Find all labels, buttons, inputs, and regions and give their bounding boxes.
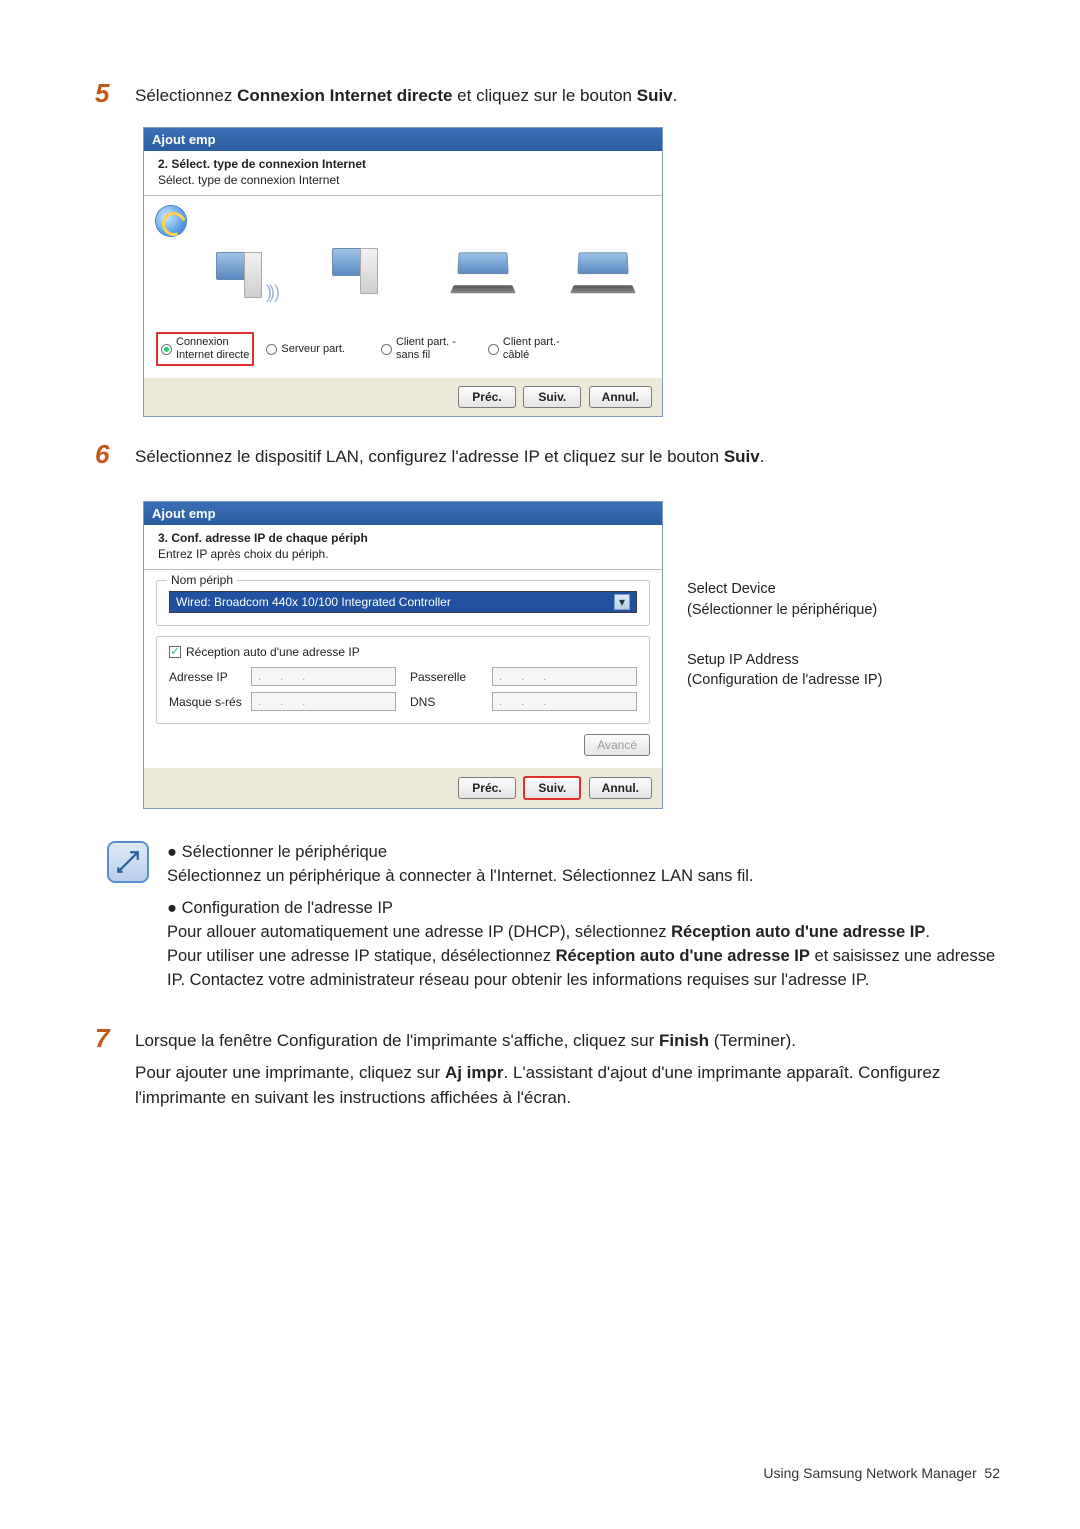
dialog-ip-config: Ajout emp 3. Conf. adresse IP de chaque … xyxy=(143,501,663,809)
dialog1-head-sub: Sélect. type de connexion Internet xyxy=(158,173,648,187)
step5-post: . xyxy=(673,86,678,105)
gateway-label: Passerelle xyxy=(410,670,484,684)
page-footer: Using Samsung Network Manager 52 xyxy=(763,1465,1000,1481)
dialog2-header: 3. Conf. adresse IP de chaque périph Ent… xyxy=(144,525,662,570)
note-section: Sélectionner le périphérique Sélectionne… xyxy=(107,841,1000,1001)
step7-p1a: Lorsque la fenêtre Configuration de l'im… xyxy=(135,1031,659,1050)
next-button[interactable]: Suiv. xyxy=(523,386,581,408)
step6-btn: Suiv xyxy=(724,447,760,466)
step5-pre: Sélectionnez xyxy=(135,86,237,105)
step-7: 7 Lorsque la fenêtre Configuration de l'… xyxy=(95,1025,1000,1111)
auto-ip-label: Réception auto d'une adresse IP xyxy=(186,645,360,659)
dialog2-body: Nom périph Wired: Broadcom 440x 10/100 I… xyxy=(144,570,662,768)
radio-dot-icon xyxy=(488,344,499,355)
chevron-down-icon: ▾ xyxy=(614,594,630,610)
ip-label: Adresse IP xyxy=(169,670,243,684)
step-6-text: Sélectionnez le dispositif LAN, configur… xyxy=(135,441,1000,470)
step-6-number: 6 xyxy=(95,441,119,470)
dialog2-head-title: 3. Conf. adresse IP de chaque périph xyxy=(158,531,648,545)
radio-client-wireless-label: Client part. -sans fil xyxy=(396,336,456,361)
auto-ip-checkbox[interactable]: Réception auto d'une adresse IP xyxy=(169,645,637,659)
step-5-number: 5 xyxy=(95,80,119,109)
step5-mid: et cliquez sur le bouton xyxy=(452,86,636,105)
step-5-text: Sélectionnez Connexion Internet directe … xyxy=(135,80,1000,109)
dns-input[interactable]: . . . xyxy=(492,692,637,711)
cancel-button[interactable]: Annul. xyxy=(589,777,652,799)
dialog2-titlebar: Ajout emp xyxy=(144,502,662,525)
desktop-2-icon xyxy=(330,248,388,296)
radio-dot-icon xyxy=(381,344,392,355)
footer-page: 52 xyxy=(984,1465,1000,1481)
ie-icon xyxy=(156,206,186,236)
note-p3a: Pour utiliser une adresse IP statique, d… xyxy=(167,947,556,965)
dialog-connection-type: Ajout emp 2. Sélect. type de connexion I… xyxy=(143,127,663,417)
radio-shared-server[interactable]: Serveur part. xyxy=(266,332,345,365)
step6-pre: Sélectionnez le dispositif LAN, configur… xyxy=(135,447,724,466)
step5-btn: Suiv xyxy=(637,86,673,105)
note-icon xyxy=(107,841,149,883)
step7-p1b: Finish xyxy=(659,1031,709,1050)
footer-text: Using Samsung Network Manager xyxy=(763,1465,976,1481)
annotations-column: Select Device (Sélectionner le périphéri… xyxy=(663,487,893,690)
radio-client-wired-label: Client part.-câblé xyxy=(503,336,560,361)
wireless-waves-icon: )) ) xyxy=(266,282,277,303)
note-h1: Sélectionner le périphérique xyxy=(167,843,387,861)
annotation-setup-ip: Setup IP Address (Configuration de l'adr… xyxy=(663,650,893,691)
note-p3b: Réception auto d'une adresse IP xyxy=(556,947,810,965)
step6-post: . xyxy=(760,447,765,466)
note-p2a: Pour allouer automatiquement une adresse… xyxy=(167,923,671,941)
radio-shared-server-label: Serveur part. xyxy=(281,343,345,356)
step-7-text: Lorsque la fenêtre Configuration de l'im… xyxy=(135,1025,1000,1111)
network-diagram: )) ) ConnexionInternet directe Serveur p… xyxy=(156,206,650,366)
step-5: 5 Sélectionnez Connexion Internet direct… xyxy=(95,80,1000,109)
prev-button[interactable]: Préc. xyxy=(458,777,516,799)
desktop-1-icon xyxy=(214,252,272,300)
dialog2-wrapper: Ajout emp 3. Conf. adresse IP de chaque … xyxy=(95,487,1000,809)
checkbox-icon xyxy=(169,646,181,658)
dialog1-button-bar: Préc. Suiv. Annul. xyxy=(144,378,662,416)
advanced-button[interactable]: Avancé xyxy=(584,734,650,756)
laptop-2-icon xyxy=(572,266,634,296)
dialog1-head-title: 2. Sélect. type de connexion Internet xyxy=(158,157,648,171)
device-select-value: Wired: Broadcom 440x 10/100 Integrated C… xyxy=(176,595,451,609)
dialog1-header: 2. Sélect. type de connexion Internet Sé… xyxy=(144,151,662,196)
note-body: Sélectionner le périphérique Sélectionne… xyxy=(167,841,1000,1001)
next-button[interactable]: Suiv. xyxy=(523,776,581,800)
note-p2b: Réception auto d'une adresse IP xyxy=(671,923,925,941)
laptop-1-icon xyxy=(452,266,514,296)
dialog2-head-sub: Entrez IP après choix du périph. xyxy=(158,547,648,561)
cancel-button[interactable]: Annul. xyxy=(589,386,652,408)
device-name-fieldset: Nom périph Wired: Broadcom 440x 10/100 I… xyxy=(156,580,650,626)
mask-label: Masque s-rés xyxy=(169,695,243,709)
radio-direct-internet[interactable]: ConnexionInternet directe xyxy=(156,332,254,365)
radio-dot-icon xyxy=(161,344,172,355)
ip-fieldset: Réception auto d'une adresse IP Adresse … xyxy=(156,636,650,724)
radio-client-wired[interactable]: Client part.-câblé xyxy=(488,332,560,365)
step-7-number: 7 xyxy=(95,1025,119,1111)
annotation-select-device: Select Device (Sélectionner le périphéri… xyxy=(663,579,893,620)
ip-input[interactable]: . . . xyxy=(251,667,396,686)
step7-p2b: Aj impr xyxy=(445,1063,504,1082)
dns-label: DNS xyxy=(410,695,484,709)
step7-p1c: (Terminer). xyxy=(709,1031,796,1050)
step-6: 6 Sélectionnez le dispositif LAN, config… xyxy=(95,441,1000,470)
note-p2c: . xyxy=(925,923,930,941)
radio-direct-internet-label: ConnexionInternet directe xyxy=(176,336,249,361)
prev-button[interactable]: Préc. xyxy=(458,386,516,408)
step7-p2a: Pour ajouter une imprimante, cliquez sur xyxy=(135,1063,445,1082)
radio-dot-icon xyxy=(266,344,277,355)
step5-link: Connexion Internet directe xyxy=(237,86,452,105)
gateway-input[interactable]: . . . xyxy=(492,667,637,686)
radio-client-wireless[interactable]: Client part. -sans fil xyxy=(381,332,456,365)
mask-input[interactable]: . . . xyxy=(251,692,396,711)
dialog1-titlebar: Ajout emp xyxy=(144,128,662,151)
dialog2-button-bar: Préc. Suiv. Annul. xyxy=(144,768,662,808)
note-h2: Configuration de l'adresse IP xyxy=(167,899,393,917)
dialog1-body: )) ) ConnexionInternet directe Serveur p… xyxy=(144,196,662,378)
device-legend: Nom périph xyxy=(167,573,237,587)
device-select[interactable]: Wired: Broadcom 440x 10/100 Integrated C… xyxy=(169,591,637,613)
note-p1: Sélectionnez un périphérique à connecter… xyxy=(167,867,754,885)
